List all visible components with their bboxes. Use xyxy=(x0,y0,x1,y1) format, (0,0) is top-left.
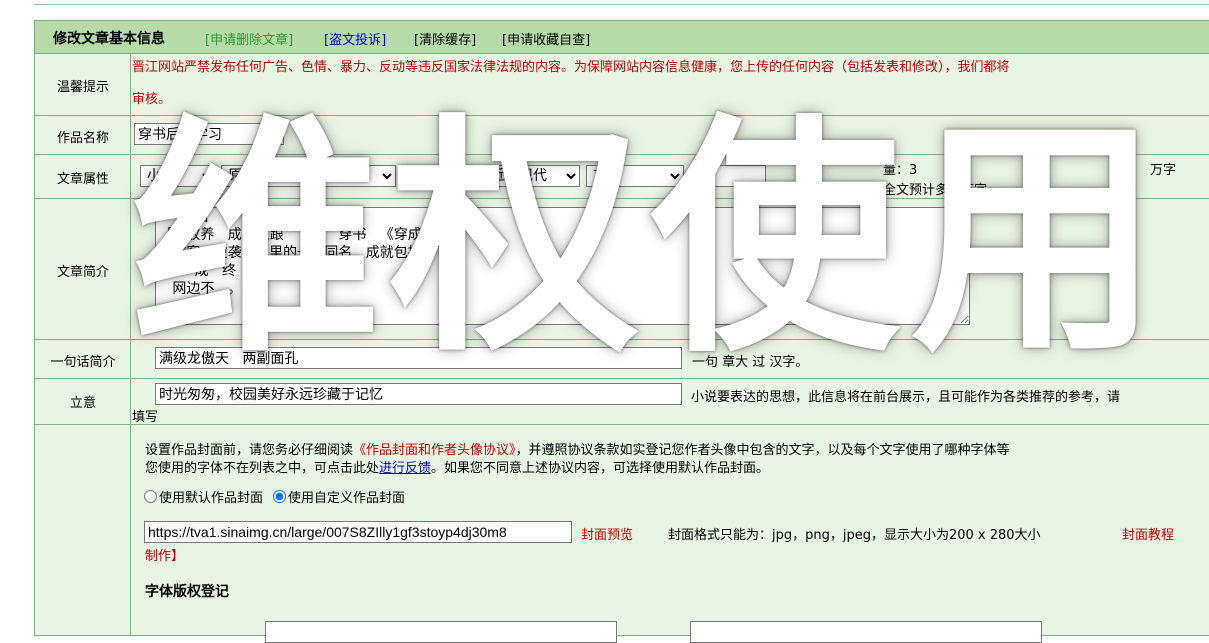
summary-cell: 自宫 【 收养 成咸鱼跟 了上 穿书 《穿成 炮灰 》】 寒窑 逆袭 说里的一 … xyxy=(132,199,1209,339)
row-cover: 设置作品封面前，请您务必仔细阅读《作品封面和作者头像协议》，并遵照协议条款如实登… xyxy=(35,425,1209,643)
title-cell xyxy=(132,116,1209,154)
summary-label: 文章简介 xyxy=(56,265,109,280)
cover-agreement-link[interactable]: 《作品封面和作者头像协议》 xyxy=(353,443,516,458)
word-count-hint: 全文预计多少万字 xyxy=(883,183,988,198)
radio-custom-cover[interactable] xyxy=(273,490,287,503)
cover-tutorial-link[interactable]: 封面教程 xyxy=(1122,524,1174,543)
title-label: 作品名称 xyxy=(56,131,109,146)
feedback-link[interactable]: 进行反馈 xyxy=(379,461,431,476)
word-count-label: 量：3 xyxy=(883,163,918,178)
cover-notice-text-1a: 设置作品封面前，请您务必仔细阅读 xyxy=(145,443,354,458)
tip-cell: 晋江网站严禁发布任何广告、色情、暴力、反动等违反国家法律法规的内容。为保障网站内… xyxy=(132,54,1209,115)
oneline-cell: 一句 章大 过 汉字。 xyxy=(132,340,1209,378)
cover-url-input[interactable] xyxy=(144,521,572,543)
cover-notice-text-1b: ，并遵照协议条款如实登记您作者头像中包含的文字，以及每个文字使用了哪种字体等 xyxy=(515,443,1010,458)
tip-label: 温馨提示 xyxy=(56,80,109,95)
font-text-input[interactable] xyxy=(265,621,617,643)
summary-textarea[interactable]: 自宫 【 收养 成咸鱼跟 了上 穿书 《穿成 炮灰 》】 寒窑 逆袭 说里的一 … xyxy=(155,207,970,325)
intent-cell: 小说要表达的思想，此信息将在前台展示，且可能作为各类推荐的参考，请 填写 xyxy=(132,379,1209,425)
form-header: 修改文章基本信息 [申请删除文章] [盗文投诉] [清除缓存] [申请收藏自查] xyxy=(35,20,1209,54)
attr-extra-input[interactable] xyxy=(691,165,766,187)
era-select[interactable]: 近代现代 xyxy=(484,165,580,187)
font-name-input[interactable] xyxy=(690,621,1042,643)
cover-make-link[interactable]: 制作】 xyxy=(145,545,184,564)
tip-label-cell: 温馨提示 xyxy=(35,54,131,115)
attr-label: 文章属性 xyxy=(56,172,109,187)
type-select[interactable]: 小 xyxy=(140,165,216,187)
cover-label-cell xyxy=(35,425,131,635)
row-tip: 温馨提示 晋江网站严禁发布任何广告、色情、暴力、反动等违反国家法律法规的内容。为… xyxy=(35,54,1209,116)
oneline-hint: 一句 章大 过 汉字。 xyxy=(692,355,809,370)
oneline-label-cell: 一句话简介 xyxy=(35,340,131,378)
intent-label-cell: 立意 xyxy=(35,379,131,424)
cover-radio-group: 使用默认作品封面 使用自定义作品封面 xyxy=(144,487,405,506)
intent-input[interactable] xyxy=(155,383,682,405)
row-oneline: 一句话简介 一句 章大 过 汉字。 xyxy=(35,340,1209,379)
font-copyright-title: 字体版权登记 xyxy=(145,584,229,600)
cover-preview-link[interactable]: 封面预览 xyxy=(581,524,633,543)
cover-notice-text-2b: 。如果您不同意上述协议内容，可选择使用默认作品封面。 xyxy=(431,461,770,476)
attr-label-cell: 文章属性 xyxy=(35,155,131,198)
origin-select[interactable]: 原 xyxy=(221,165,396,187)
oneline-input[interactable] xyxy=(155,347,682,369)
title-input[interactable] xyxy=(134,123,284,145)
attr-cell: 小 原 主 近代现代 言情 量：3 万字 全文预计多少万字 xyxy=(132,155,1209,198)
top-border xyxy=(34,0,1209,5)
cover-notice-text-2a: 您使用的字体不在列表之中，可点击此处 xyxy=(145,461,380,476)
clear-cache-link[interactable]: [清除缓存] xyxy=(414,29,476,48)
radio-default-label: 使用默认作品封面 xyxy=(159,491,264,506)
tip-text: 晋江网站严禁发布任何广告、色情、暴力、反动等违反国家法律法规的内容。为保障网站内… xyxy=(132,60,1010,75)
intent-hint: 小说要表达的思想，此信息将在前台展示，且可能作为各类推荐的参考，请 xyxy=(691,390,1121,405)
intent-label: 立意 xyxy=(69,396,96,411)
genre-select[interactable]: 言情 xyxy=(586,165,684,187)
request-delete-link[interactable]: [申请删除文章] xyxy=(205,29,293,48)
row-attributes: 文章属性 小 原 主 近代现代 言情 量：3 万字 全文预计多少万字 xyxy=(35,155,1209,199)
cover-cell: 设置作品封面前，请您务必仔细阅读《作品封面和作者头像协议》，并遵照协议条款如实登… xyxy=(132,425,1209,643)
summary-label-cell: 文章简介 xyxy=(35,199,131,339)
cover-notice-line1: 设置作品封面前，请您务必仔细阅读《作品封面和作者头像协议》，并遵照协议条款如实登… xyxy=(145,439,1010,458)
tip-text-2: 审核。 xyxy=(132,92,172,107)
request-collection-check-link[interactable]: [申请收藏自查] xyxy=(502,29,590,48)
word-count-unit: 万字 xyxy=(1150,163,1177,178)
cover-notice-line2: 您使用的字体不在列表之中，可点击此处进行反馈。如果您不同意上述协议内容，可选择使… xyxy=(145,457,769,476)
intent-hint-2: 填写 xyxy=(132,410,159,425)
row-title: 作品名称 xyxy=(35,116,1209,155)
cover-format-note: 封面格式只能为：jpg，png，jpeg，显示大小为200 x 280大小 xyxy=(668,528,1041,543)
piracy-complaint-link[interactable]: [盗文投诉] xyxy=(324,29,386,48)
row-intent: 立意 小说要表达的思想，此信息将在前台展示，且可能作为各类推荐的参考，请 填写 xyxy=(35,379,1209,425)
oneline-label: 一句话简介 xyxy=(50,355,116,370)
title-label-cell: 作品名称 xyxy=(35,116,131,154)
perspective-select[interactable]: 主 xyxy=(402,165,477,187)
radio-default-cover[interactable] xyxy=(144,490,157,503)
radio-custom-label: 使用自定义作品封面 xyxy=(288,491,406,506)
edit-article-form: 修改文章基本信息 [申请删除文章] [盗文投诉] [清除缓存] [申请收藏自查]… xyxy=(34,20,1209,643)
form-title: 修改文章基本信息 xyxy=(53,31,165,47)
row-summary: 文章简介 自宫 【 收养 成咸鱼跟 了上 穿书 《穿成 炮灰 》】 寒窑 逆袭 … xyxy=(35,199,1209,340)
cover-make-bracket: 【 xyxy=(1202,524,1209,543)
